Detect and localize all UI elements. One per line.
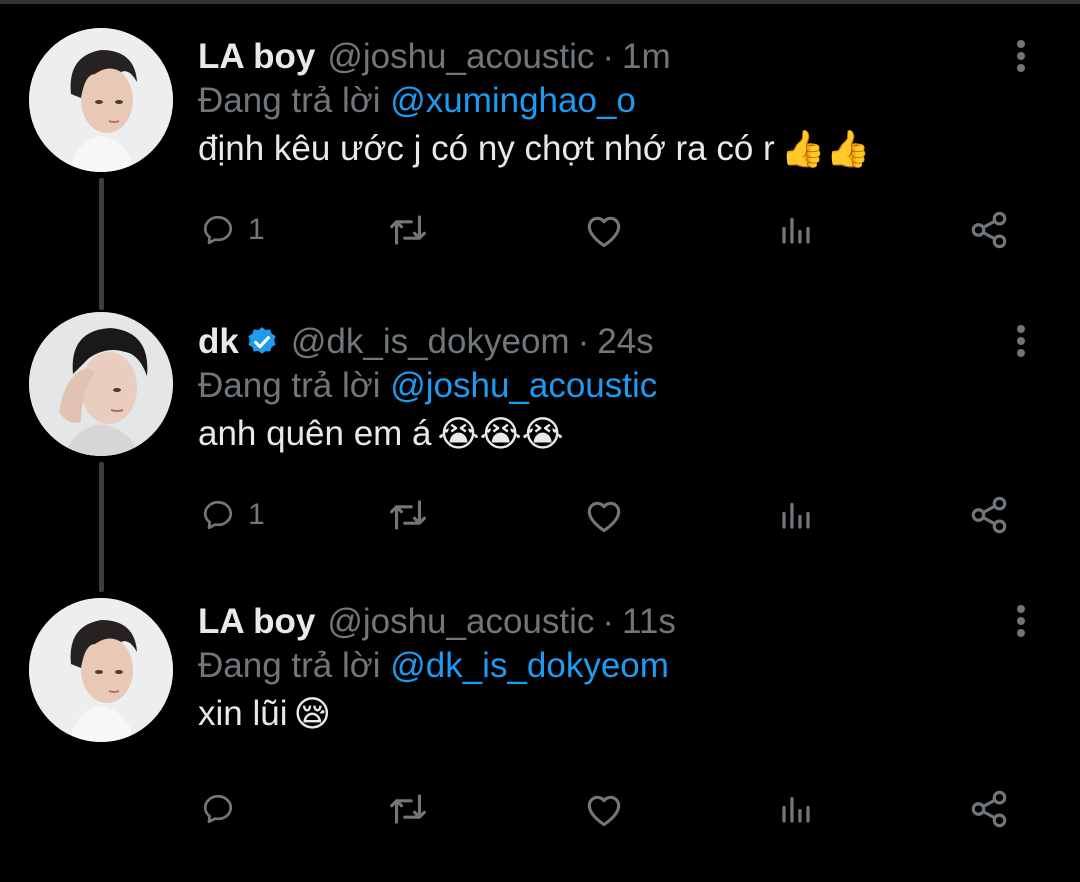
tweet-body: định kêu ước j có ny chợt nhớ ra có r [198,129,775,168]
tweet-body: anh quên em á [198,414,432,453]
separator-dot: · [602,602,615,641]
reply-button[interactable] [200,784,248,834]
share-icon [971,790,1007,828]
share-icon [971,211,1007,249]
retweet-button[interactable] [386,490,430,540]
reply-button[interactable]: 1 [200,205,265,255]
analytics-button[interactable] [778,205,814,255]
replying-to: Đang trả lời @joshu_acoustic [198,366,657,406]
retweet-icon [390,500,426,530]
tweet-header: dk @dk_is_dokyeom · 24s [198,318,654,366]
mention-link[interactable]: @xuminghao_o [390,81,636,120]
tweet-actions: 1 [0,490,1080,540]
user-handle[interactable]: @joshu_acoustic [327,602,594,642]
verified-badge-icon [248,327,276,354]
avatar[interactable] [29,28,173,172]
reply-icon [203,215,233,245]
avatar[interactable] [29,598,173,742]
tweet[interactable]: LA boy @joshu_acoustic · 1m Đang trả lời… [0,28,1080,317]
tweet[interactable]: dk @dk_is_dokyeom · 24s Đang trả lời @jo… [0,312,1080,602]
share-button[interactable] [968,784,1010,834]
like-button[interactable] [583,205,625,255]
analytics-icon [782,217,810,244]
display-name[interactable]: LA boy [198,602,315,642]
separator-dot: · [602,37,615,76]
more-vertical-icon[interactable] [1008,602,1034,642]
timestamp[interactable]: 1m [622,37,671,77]
timestamp[interactable]: 24s [597,322,653,362]
user-handle[interactable]: @joshu_acoustic [327,37,594,77]
tweet[interactable]: LA boy @joshu_acoustic · 11s Đang trả lờ… [0,598,1080,882]
tweet-header: LA boy @joshu_acoustic · 1m [198,33,671,81]
user-handle[interactable]: @dk_is_dokyeom [291,322,570,362]
like-icon [587,501,621,533]
mention-link[interactable]: @joshu_acoustic [390,366,657,405]
like-icon [587,216,621,248]
reply-icon [203,500,233,530]
tweet-body: xin lũi [198,694,288,733]
tweet-actions [0,784,1080,834]
display-name[interactable]: LA boy [198,37,315,77]
share-icon [971,496,1007,534]
reply-count: 1 [248,498,265,531]
retweet-button[interactable] [386,205,430,255]
mention-link[interactable]: @dk_is_dokyeom [390,646,669,685]
avatar[interactable] [29,312,173,456]
tweet-header: LA boy @joshu_acoustic · 11s [198,598,676,646]
replying-to: Đang trả lời @xuminghao_o [198,81,636,121]
share-button[interactable] [968,205,1010,255]
retweet-icon [390,794,426,824]
reply-icon [203,794,233,824]
retweet-button[interactable] [386,784,430,834]
timestamp[interactable]: 11s [622,602,676,642]
replying-to: Đang trả lời @dk_is_dokyeom [198,646,669,686]
reply-count: 1 [248,213,265,246]
tweet-text: định kêu ước j có ny chợt nhớ ra có r 👍👍 [198,129,870,169]
tweet-text: xin lũi 😪 [198,694,331,734]
like-icon [587,795,621,827]
analytics-button[interactable] [778,490,814,540]
like-button[interactable] [583,490,625,540]
emoji-sleepy: 😪 [293,693,332,734]
share-button[interactable] [968,490,1010,540]
display-name[interactable]: dk [198,322,239,362]
emoji-crying: 😭😭😭 [437,413,564,454]
replying-to-label: Đang trả lời [198,81,391,120]
tweet-actions: 1 [0,205,1080,255]
analytics-icon [782,502,810,529]
emoji-thumbs-up: 👍👍 [780,128,871,169]
more-vertical-icon[interactable] [1008,322,1034,362]
separator-dot: · [577,322,590,361]
top-divider [0,0,1080,4]
replying-to-label: Đang trả lời [198,646,391,685]
replying-to-label: Đang trả lời [198,366,391,405]
reply-button[interactable]: 1 [200,490,265,540]
analytics-icon [782,796,810,823]
analytics-button[interactable] [778,784,814,834]
retweet-icon [390,215,426,245]
like-button[interactable] [583,784,625,834]
more-vertical-icon[interactable] [1008,37,1034,77]
tweet-text: anh quên em á 😭😭😭 [198,414,564,454]
